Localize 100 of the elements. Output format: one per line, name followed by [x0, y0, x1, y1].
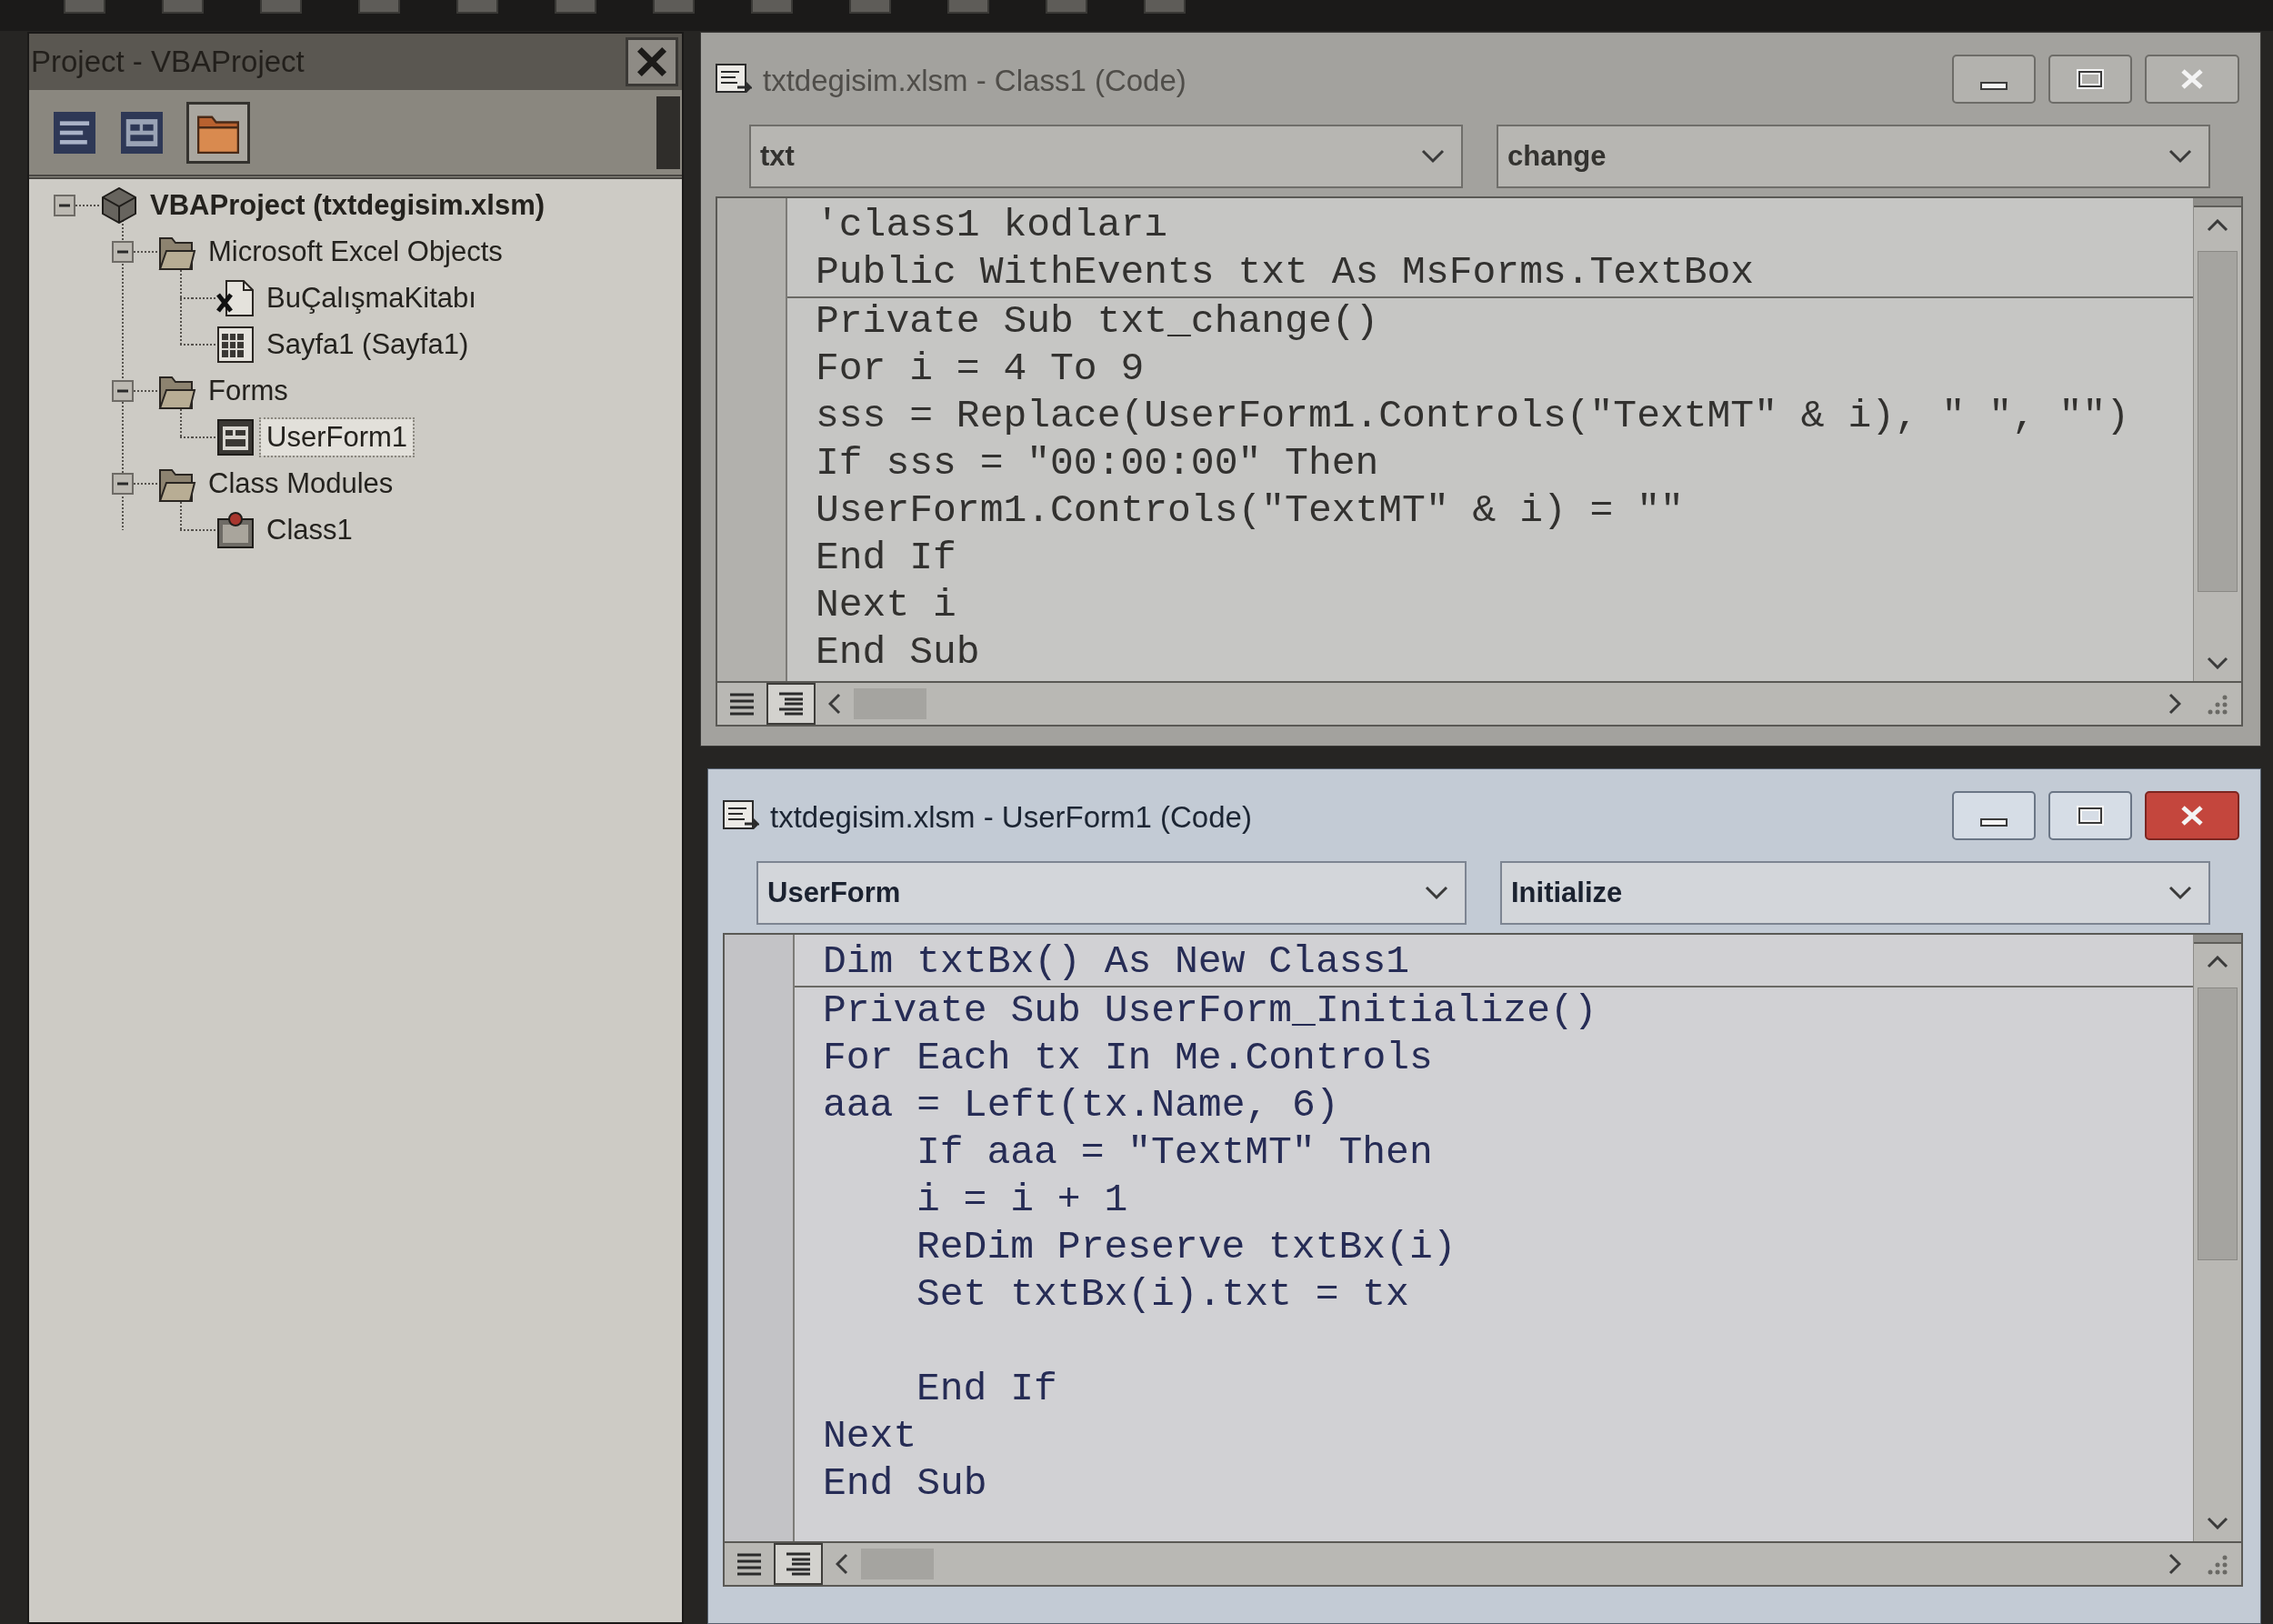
tree-item[interactable]: VBAProject (txtdegisim.xlsm) [145, 186, 551, 224]
lines-icon [728, 692, 756, 716]
maximize-icon [2077, 69, 2104, 89]
maximize-button[interactable] [2048, 791, 2132, 840]
toolbar-icon[interactable] [162, 0, 204, 14]
minimize-button[interactable] [1952, 791, 2036, 840]
form-icon [215, 418, 255, 456]
minimize-icon [1980, 81, 2008, 90]
scrollbar-thumb[interactable] [2198, 251, 2238, 592]
code-editor[interactable] [716, 196, 2243, 683]
chevron-up-icon [2207, 219, 2228, 232]
chevron-down-icon [2207, 1517, 2228, 1529]
code-list-icon [53, 111, 96, 154]
panel-title: Project - VBAProject [31, 45, 305, 79]
code-line: Public WithEvents txt As MsForms.TextBox [816, 249, 1755, 296]
collapse-toggle[interactable] [112, 472, 134, 495]
full-module-view-button[interactable] [774, 1543, 823, 1585]
split-box[interactable] [2194, 935, 2241, 944]
code-editor[interactable] [723, 933, 2243, 1543]
toolbar-icon[interactable] [653, 0, 695, 14]
tree-item[interactable]: Class1 [261, 511, 358, 548]
toggle-folders-button[interactable] [186, 101, 250, 164]
chevron-right-icon [2168, 1553, 2181, 1575]
form-icon [120, 111, 164, 154]
document-icon [215, 279, 255, 316]
object-dropdown[interactable]: txt [749, 125, 1463, 188]
code-line: UserForm1.Controls("TextMT" & i) = "" [816, 487, 1684, 535]
maximize-button[interactable] [2048, 55, 2132, 104]
lines-icon [736, 1552, 763, 1576]
chevron-down-icon [1425, 886, 1448, 900]
chevron-down-icon [2207, 657, 2228, 669]
class-module-icon [215, 511, 255, 548]
code-line: 'class1 kodları [816, 202, 1168, 249]
code-line: If aaa = "TextMT" Then [916, 1129, 1433, 1177]
view-code-button[interactable] [52, 109, 97, 155]
code-line: End Sub [823, 1460, 987, 1508]
close-button[interactable] [626, 37, 678, 86]
chevron-down-icon [1421, 149, 1445, 164]
toolbar-icon[interactable] [64, 0, 105, 14]
chevron-up-icon [2207, 956, 2228, 968]
chevron-left-icon [828, 693, 841, 715]
code-line: End If [916, 1366, 1057, 1413]
window-title: txtdegisim.xlsm - UserForm1 (Code) [770, 799, 1252, 836]
window-title: txtdegisim.xlsm - Class1 (Code) [763, 63, 1187, 99]
vertical-scrollbar[interactable] [2193, 198, 2241, 681]
toolbar-icon[interactable] [555, 0, 596, 14]
toolbar-icon[interactable] [358, 0, 400, 14]
code-line: End If [816, 535, 956, 582]
procedure-dropdown[interactable]: change [1497, 125, 2210, 188]
object-dropdown[interactable]: UserForm [756, 861, 1467, 925]
minimize-icon [1980, 817, 2008, 827]
toolbar-icon[interactable] [260, 0, 302, 14]
vertical-scrollbar[interactable] [2193, 935, 2241, 1541]
tree-item[interactable]: UserForm1 [261, 418, 413, 456]
code-line: Dim txtBx() As New Class1 [823, 938, 1410, 986]
tree-item[interactable]: Sayfa1 (Sayfa1) [261, 326, 475, 363]
collapse-toggle[interactable] [112, 379, 134, 402]
tree-item[interactable]: Forms [203, 372, 294, 409]
chevron-down-icon [2168, 149, 2192, 164]
collapse-toggle[interactable] [112, 240, 134, 263]
code-line: i = i + 1 [916, 1177, 1128, 1224]
code-line: sss = Replace(UserForm1.Controls("TextMT" & i), " ", "") [816, 393, 2130, 440]
chevron-left-icon [836, 1553, 848, 1575]
full-module-view-button[interactable] [766, 683, 816, 725]
code-line: If sss = "00:00:00" Then [816, 440, 1379, 487]
tree-item[interactable]: Microsoft Excel Objects [203, 233, 508, 270]
spreadsheet-icon [215, 326, 255, 363]
toolbar-icon[interactable] [1046, 0, 1087, 14]
split-box[interactable] [2194, 198, 2241, 207]
code-line: Next i [816, 582, 956, 629]
procedure-dropdown[interactable]: Initialize [1500, 861, 2210, 925]
toolbar-icon[interactable] [1144, 0, 1186, 14]
chevron-down-icon [2168, 886, 2192, 900]
chevron-right-icon [2168, 693, 2181, 715]
collapse-toggle[interactable] [54, 194, 75, 216]
code-line: Private Sub UserForm_Initialize() [823, 987, 1597, 1035]
maximize-icon [2077, 806, 2104, 826]
minimize-button[interactable] [1952, 55, 2036, 104]
sectioned-lines-icon [785, 1552, 812, 1576]
toolbar-icon[interactable] [456, 0, 498, 14]
code-line: For i = 4 To 9 [816, 346, 1145, 393]
cube-icon [99, 186, 139, 224]
tree-item[interactable]: Class Modules [203, 465, 399, 502]
code-line: Next [823, 1413, 917, 1460]
code-line: aaa = Left(tx.Name, 6) [823, 1082, 1339, 1129]
code-line: Private Sub txt_change() [816, 298, 1379, 346]
close-button[interactable] [2145, 55, 2239, 104]
close-button[interactable] [2145, 791, 2239, 840]
view-object-button[interactable] [119, 109, 165, 155]
tree-item[interactable]: BuÇalışmaKitabı [261, 279, 482, 316]
resize-grip-icon [2207, 694, 2228, 716]
code-line: For Each tx In Me.Controls [823, 1035, 1433, 1082]
code-line: ReDim Preserve txtBx(i) [916, 1224, 1457, 1271]
resize-grip-icon [2207, 1554, 2228, 1576]
toolbar-icon[interactable] [751, 0, 793, 14]
code-line: End Sub [816, 629, 980, 677]
sectioned-lines-icon [777, 692, 805, 716]
scrollbar-thumb[interactable] [2198, 987, 2238, 1260]
toolbar-icon[interactable] [849, 0, 891, 14]
toolbar-icon[interactable] [947, 0, 989, 14]
